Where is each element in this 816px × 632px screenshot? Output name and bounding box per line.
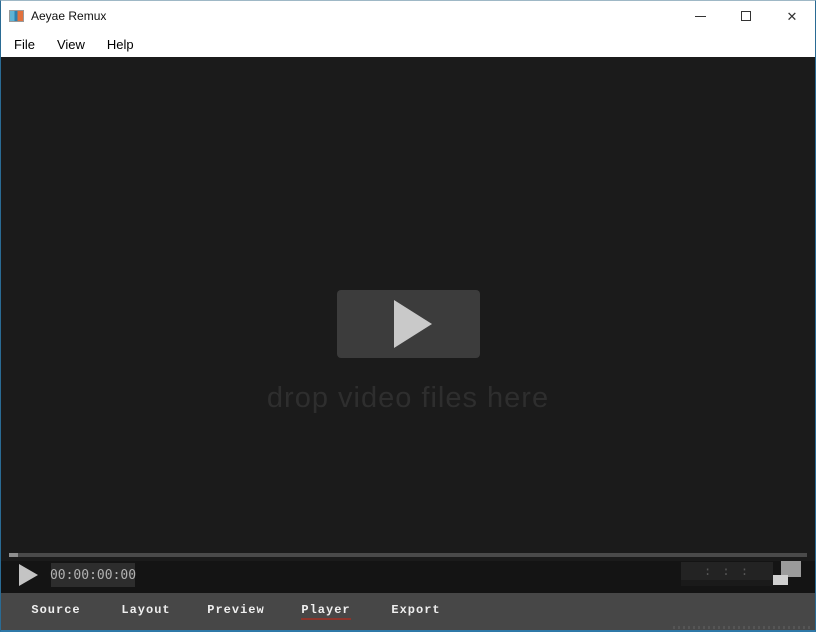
app-logo-icon: [9, 10, 24, 22]
close-icon: ✕: [787, 10, 798, 23]
frame-crop-icon-inner: [773, 575, 788, 585]
tab-export[interactable]: Export: [371, 593, 461, 630]
window-resize-grip[interactable]: [673, 626, 813, 629]
tab-source[interactable]: Source: [11, 593, 101, 630]
maximize-icon: [741, 11, 751, 21]
play-button[interactable]: [19, 564, 38, 586]
duration-timecode: : : :: [681, 562, 773, 580]
seek-timeline[interactable]: [9, 553, 807, 557]
menu-view[interactable]: View: [46, 31, 96, 57]
display-toggle-button[interactable]: [771, 559, 803, 589]
video-canvas[interactable]: drop video files here 00:00:00:00 : : :: [1, 57, 815, 593]
minimize-button[interactable]: [677, 1, 723, 31]
duration-box-shadow: [681, 580, 773, 586]
tab-preview-label: Preview: [207, 603, 264, 620]
title-bar: Aeyae Remux ✕: [1, 1, 815, 31]
play-icon: [394, 300, 432, 348]
big-play-button[interactable]: [337, 290, 480, 358]
bottom-tab-bar: Source Layout Preview Player Export: [1, 593, 815, 630]
window-body: drop video files here 00:00:00:00 : : : …: [1, 57, 815, 630]
current-timecode: 00:00:00:00: [51, 563, 135, 587]
tab-export-label: Export: [391, 603, 440, 620]
window-title: Aeyae Remux: [31, 9, 106, 23]
tab-preview[interactable]: Preview: [191, 593, 281, 630]
menu-bar: File View Help: [1, 31, 815, 57]
maximize-button[interactable]: [723, 1, 769, 31]
close-button[interactable]: ✕: [769, 1, 815, 31]
tab-source-label: Source: [31, 603, 80, 620]
tab-layout[interactable]: Layout: [101, 593, 191, 630]
minimize-icon: [695, 16, 706, 17]
tab-player[interactable]: Player: [281, 593, 371, 630]
tab-layout-label: Layout: [121, 603, 170, 620]
app-window: Aeyae Remux ✕ File View Help drop video …: [0, 0, 816, 632]
menu-help[interactable]: Help: [96, 31, 145, 57]
drop-files-hint: drop video files here: [1, 382, 815, 415]
tab-player-label: Player: [301, 603, 350, 620]
playhead-marker[interactable]: [9, 553, 18, 557]
menu-file[interactable]: File: [3, 31, 46, 57]
